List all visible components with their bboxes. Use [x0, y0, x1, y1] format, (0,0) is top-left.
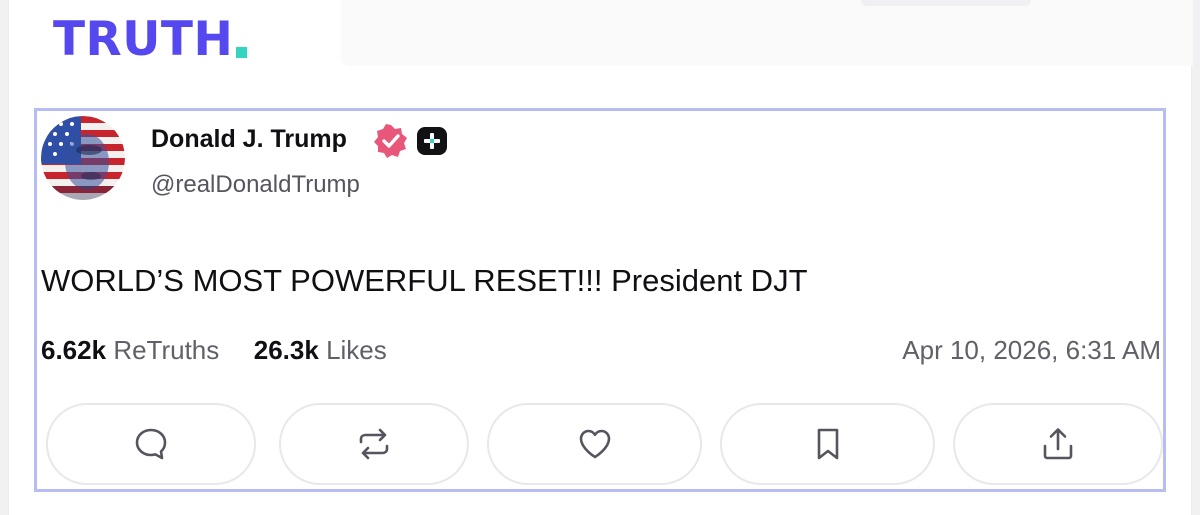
share-icon: [1043, 428, 1073, 460]
retruths-stat[interactable]: 6.62k ReTruths: [41, 335, 227, 365]
top-bar-background: [341, 0, 1193, 66]
post-text: WORLD’S MOST POWERFUL RESET!!! President…: [41, 263, 808, 298]
logo-text: TRUTH: [53, 12, 234, 67]
reply-button[interactable]: [46, 403, 256, 485]
author-display-name[interactable]: Donald J. Trump: [151, 125, 347, 154]
top-bar: TRUTH: [9, 0, 1193, 72]
retruths-label: ReTruths: [113, 335, 220, 365]
bookmark-icon: [817, 428, 838, 460]
page: TRUTH Donald J. Trump @realDonaldTrump W…: [8, 0, 1193, 515]
post-timestamp[interactable]: Apr 10, 2026, 6:31 AM: [902, 335, 1161, 366]
bookmark-button[interactable]: [720, 403, 935, 485]
top-bar-tab: [861, 0, 1031, 6]
retruth-button[interactable]: [279, 403, 469, 485]
likes-label: Likes: [326, 335, 387, 365]
heart-icon: [579, 429, 610, 459]
comment-icon: [135, 428, 167, 460]
logo-dot: [236, 47, 248, 58]
share-button[interactable]: [953, 403, 1163, 485]
verified-badge-icon: [374, 124, 407, 158]
avatar[interactable]: [41, 116, 125, 200]
avatar-image: [41, 116, 125, 200]
likes-count: 26.3k: [253, 335, 319, 365]
retruths-count: 6.62k: [41, 335, 107, 365]
like-button[interactable]: [487, 403, 702, 485]
author-handle[interactable]: @realDonaldTrump: [151, 171, 360, 199]
post-card[interactable]: Donald J. Trump @realDonaldTrump WORLD’S…: [34, 108, 1166, 492]
post-stats: 6.62k ReTruths 26.3k Likes: [41, 335, 387, 366]
repost-icon: [359, 428, 389, 460]
truth-logo[interactable]: TRUTH: [53, 10, 248, 70]
plus-badge-icon: [417, 127, 447, 155]
likes-stat[interactable]: 26.3k Likes: [254, 335, 387, 365]
